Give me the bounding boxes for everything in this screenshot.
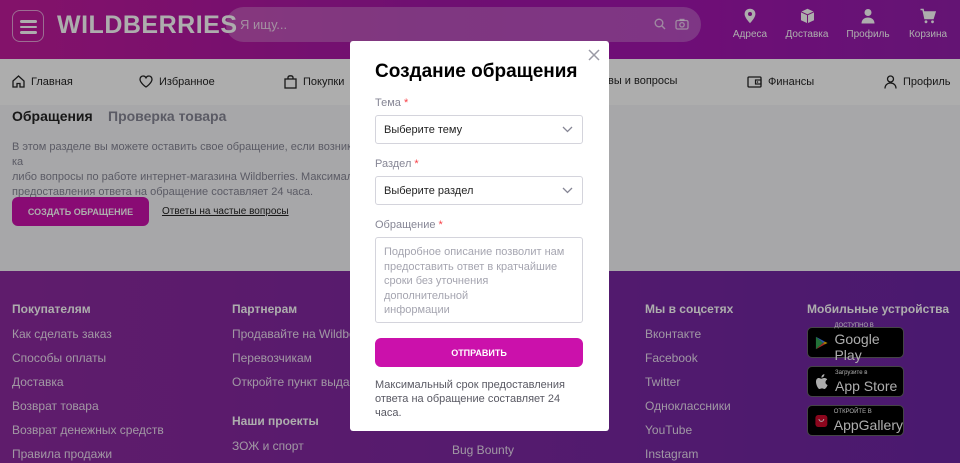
section-label: Раздел * xyxy=(375,158,419,170)
message-label: Обращение * xyxy=(375,219,443,231)
section-select-value: Выберите раздел xyxy=(384,185,474,197)
section-label-text: Раздел xyxy=(375,158,412,170)
placeholder-line: предоставить ответ в кратчайшие xyxy=(384,260,558,273)
chevron-down-icon xyxy=(562,187,573,194)
placeholder-line: информации xyxy=(384,304,450,316)
message-textarea[interactable]: Подробное описание позволит нам предоста… xyxy=(375,237,583,323)
send-button[interactable]: ОТПРАВИТЬ xyxy=(375,338,583,367)
required-mark: * xyxy=(403,97,409,109)
topic-select[interactable]: Выберите тему xyxy=(375,115,583,144)
chevron-down-icon xyxy=(562,126,573,133)
placeholder-line: сроки без уточнения дополнительной xyxy=(384,275,489,302)
message-label-text: Обращение xyxy=(375,219,436,231)
close-icon[interactable] xyxy=(587,48,601,62)
create-appeal-modal: Создание обращения Тема * Выберите тему … xyxy=(350,41,609,431)
modal-title: Создание обращения xyxy=(375,61,578,82)
section-select[interactable]: Выберите раздел xyxy=(375,176,583,205)
topic-select-value: Выберите тему xyxy=(384,124,463,136)
placeholder-line: Подробное описание позволит нам xyxy=(384,246,565,258)
required-mark: * xyxy=(438,219,443,231)
topic-label: Тема * xyxy=(375,97,408,109)
response-time-note: Максимальный срок предоставления ответа … xyxy=(375,379,565,419)
required-mark: * xyxy=(414,158,419,170)
topic-label-text: Тема xyxy=(375,97,401,109)
